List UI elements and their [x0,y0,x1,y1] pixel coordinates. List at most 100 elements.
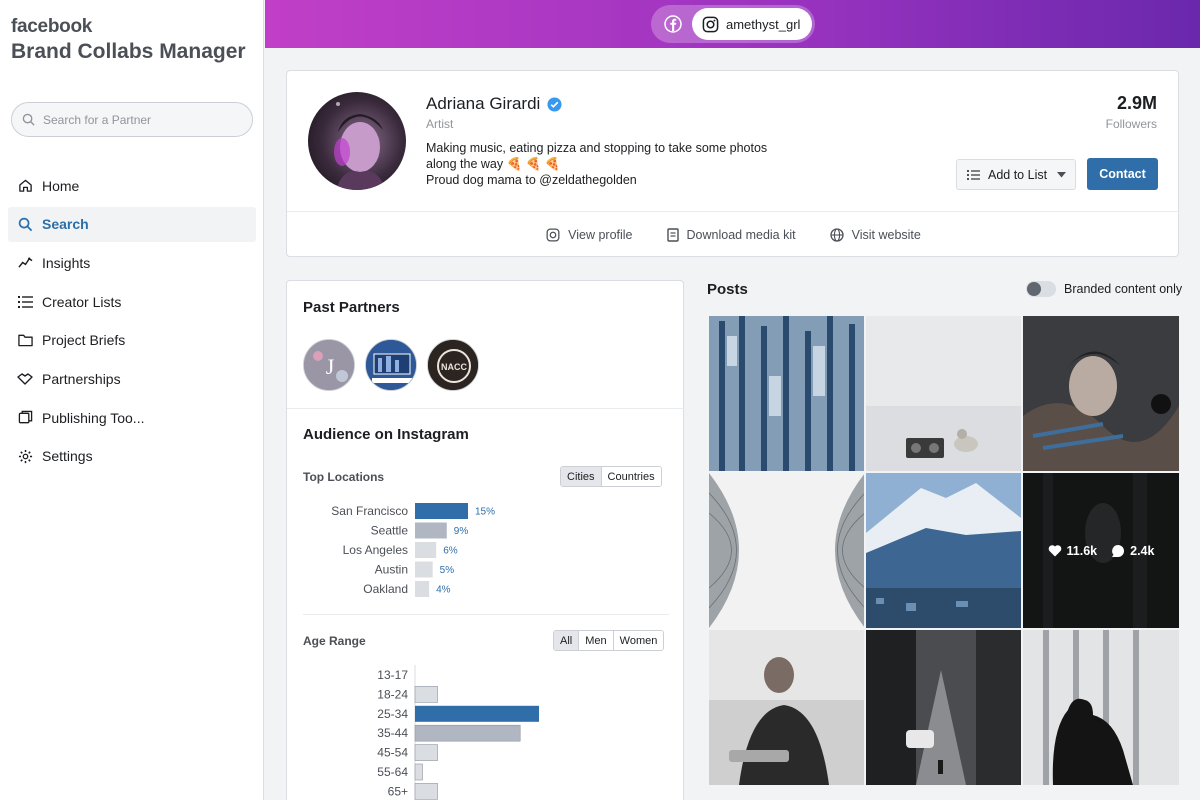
add-to-list-button[interactable]: Add to List [956,159,1076,190]
bio-line: Making music, eating pizza and stopping … [426,141,768,155]
age-label: 65+ [388,784,408,798]
post-thumbnail[interactable] [709,473,864,628]
sidebar-item-label: Publishing Too... [42,409,145,426]
handshake-icon [17,371,33,387]
post-thumbnail[interactable] [1023,316,1179,471]
view-profile-link[interactable]: View profile [546,227,633,242]
sidebar-item-insights[interactable]: Insights [8,245,256,280]
age-range-label: Age Range [303,634,366,648]
sidebar-item-label: Insights [42,254,91,271]
sidebar-item-label: Home [42,177,80,194]
posts-title: Posts [707,281,748,298]
age-label: 45-54 [377,746,408,760]
search-input[interactable] [43,112,243,127]
avatar[interactable] [308,92,406,190]
download-media-kit-link[interactable]: Download media kit [666,227,796,242]
bio-line: Proud dog mama to @zeldathegolden [426,173,637,187]
location-value-label: 6% [443,546,458,557]
tab-men[interactable]: Men [579,631,614,650]
comments-count: 2.4k [1130,543,1155,558]
tab-women[interactable]: Women [613,631,664,650]
location-value-label: 4% [436,585,451,596]
sidebar-item-partnerships[interactable]: Partnerships [8,361,256,396]
contact-button[interactable]: Contact [1087,158,1158,190]
tab-countries[interactable]: Countries [601,467,661,486]
location-bar [415,561,433,578]
partner-avatar[interactable]: NACC [427,339,479,391]
facebook-account-tab[interactable] [654,8,692,40]
sidebar-item-creator-lists[interactable]: Creator Lists [8,284,256,319]
location-label: Austin [375,563,408,577]
post-thumbnail[interactable] [709,316,864,471]
section-divider [303,614,669,615]
gender-toggle: All Men Women [553,630,665,651]
age-bar [414,724,521,742]
tab-cities[interactable]: Cities [561,467,602,486]
location-bar [415,542,437,558]
globe-icon [829,227,844,242]
partner-avatar[interactable] [365,339,417,391]
age-label: 55-64 [377,765,408,779]
branded-content-label: Branded content only [1064,282,1183,296]
age-label: 35-44 [377,726,408,740]
post-thumbnail[interactable] [866,316,1021,471]
age-bar [415,705,539,722]
location-bar [415,522,447,539]
publishing-icon [17,410,33,426]
sidebar-item-settings[interactable]: Settings [8,439,256,474]
followers-label: Followers [1105,117,1157,131]
list-icon [967,169,980,180]
age-bar [414,686,438,703]
post-thumbnail[interactable] [1023,630,1179,785]
view-profile-label: View profile [568,227,633,242]
add-to-list-label: Add to List [988,167,1048,182]
caret-down-icon [1057,171,1067,177]
location-value-label: 5% [440,565,455,576]
app-title: Brand Collabs Manager [11,40,246,63]
post-thumbnail[interactable] [709,630,864,785]
instagram-account-tab[interactable]: amethyst_grl [692,8,813,40]
bio-line: along the way 🍕 🍕 🍕 [426,157,561,171]
verified-badge-icon [547,96,562,112]
profile-links: View profile Download media kit Visit we… [287,211,1180,257]
facebook-logo[interactable]: facebook [11,16,92,38]
toggle-switch[interactable] [1026,281,1056,297]
partner-search[interactable] [11,102,253,137]
creator-role: Artist [426,117,454,131]
instagram-icon [702,16,719,32]
sidebar-item-project-briefs[interactable]: Project Briefs [8,323,256,358]
facebook-icon [664,15,682,33]
likes-count: 11.6k [1066,543,1098,558]
svg-text:J: J [326,354,335,379]
post-thumbnail[interactable]: 11.6k 2.4k [1023,473,1179,628]
sidebar-item-label: Creator Lists [42,293,122,310]
search-icon [22,113,35,126]
top-locations-chart: San Francisco 15% Seattle 9% Los Angeles 6% Au… [331,503,495,597]
sidebar-item-home[interactable]: Home [8,168,256,203]
location-label: Seattle [371,524,409,538]
age-label: 18-24 [377,687,408,701]
post-thumbnail[interactable] [866,473,1021,628]
age-bar [414,783,438,800]
sidebar-item-search[interactable]: Search [8,206,256,242]
sidebar-item-label: Search [42,216,89,233]
sidebar-item-publishing-too[interactable]: Publishing Too... [8,400,256,435]
visit-website-link[interactable]: Visit website [829,227,921,242]
top-locations-label: Top Locations [303,470,385,484]
sidebar-item-label: Project Briefs [42,332,126,349]
location-bar [415,503,468,519]
document-icon [666,227,679,242]
branded-content-toggle[interactable]: Branded content only [1026,281,1182,297]
age-label: 13-17 [377,668,408,682]
partner-avatar[interactable]: J [303,339,355,391]
creator-bio: Making music, eating pizza and stopping … [426,140,796,188]
post-thumbnail[interactable] [866,630,1021,785]
past-partners-title: Past Partners [303,299,400,316]
home-icon [17,178,33,194]
audience-card: Past Partners J NACC Audience on Instagr… [286,280,685,800]
location-label: Los Angeles [343,543,408,557]
creator-name-text: Adriana Girardi [426,94,541,113]
tab-all[interactable]: All [554,631,580,650]
comments-stat: 2.4k [1111,544,1154,558]
top-bar: amethyst_grl [265,0,1200,48]
